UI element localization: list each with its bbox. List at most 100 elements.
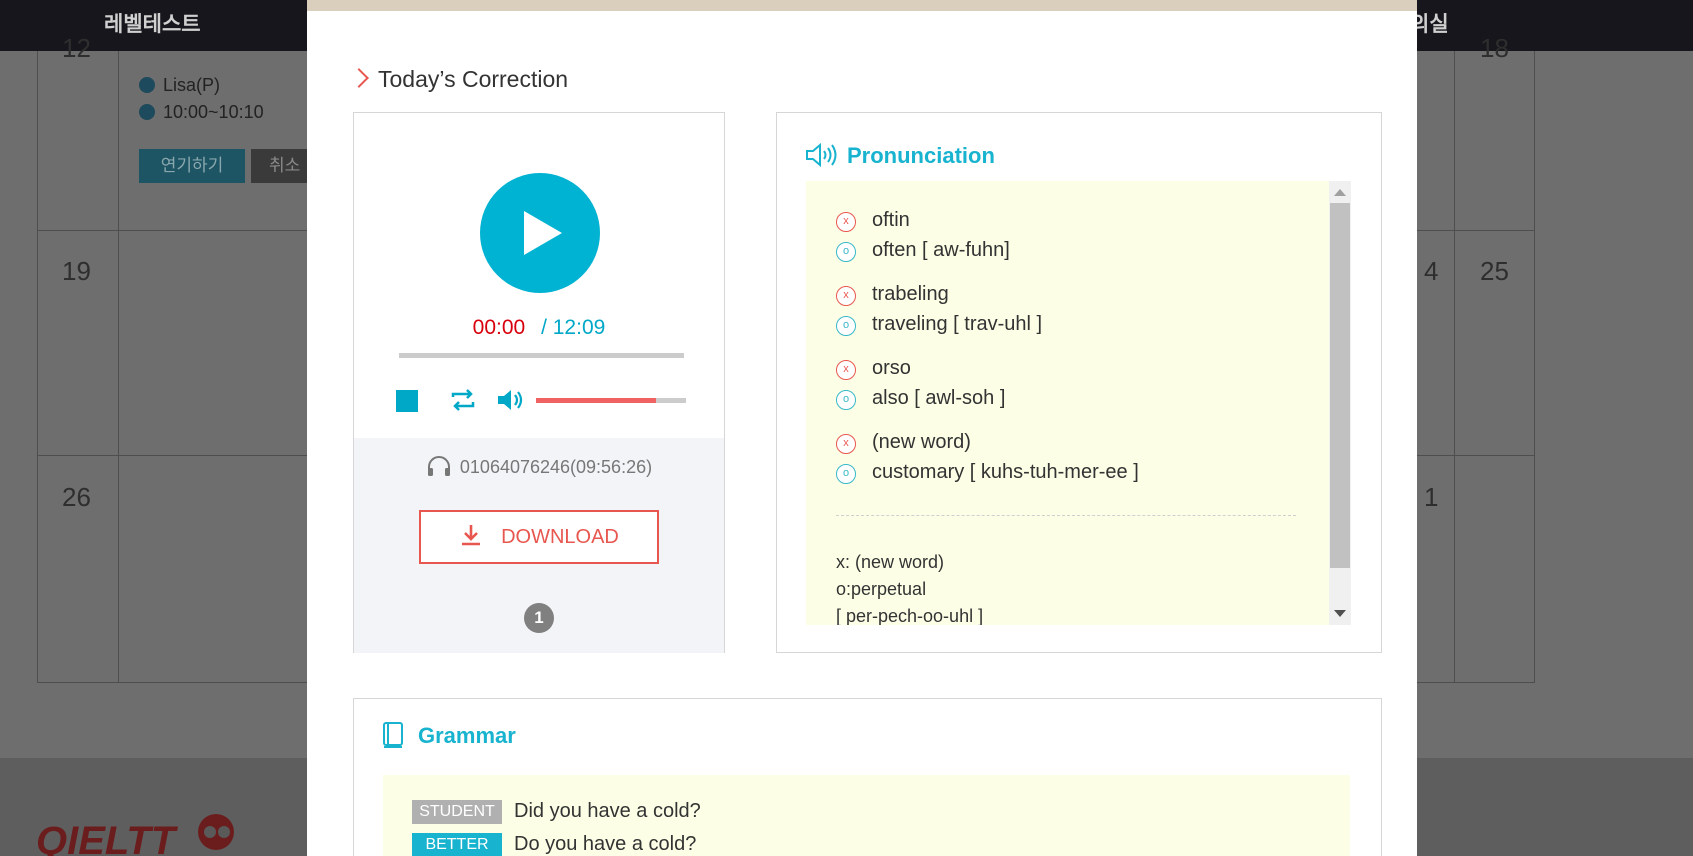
pronunciation-section: Pronunciation x oftin o often [ aw-fuhn] x…	[776, 112, 1382, 653]
correction-modal: Today’s Correction 00:00 / 12:09 0106407…	[307, 0, 1417, 856]
total-time: / 12:09	[541, 316, 606, 339]
lesson-teacher: Lisa(P)	[139, 75, 220, 96]
download-icon	[462, 525, 481, 546]
calendar-col-divider	[118, 51, 119, 682]
speaker-icon	[806, 142, 837, 168]
student-tag: STUDENT	[412, 800, 502, 824]
grammar-row-better: BETTER Do you have a cold?	[412, 833, 696, 856]
progress-bar[interactable]	[399, 353, 684, 358]
grammar-title: Grammar	[418, 723, 516, 748]
pronunciation-title: Pronunciation	[847, 143, 995, 168]
correct-pronunciation: o customary [ kuhs-tuh-mer-ee ]	[836, 457, 1296, 487]
pronunciation-item: x (new word) o customary [ kuhs-tuh-mer-ee…	[836, 427, 1296, 487]
pronunciation-scrollbar[interactable]	[1329, 181, 1351, 625]
modal-top-strip	[307, 0, 1417, 11]
grammar-section: Grammar STUDENT Did you have a cold? BETT…	[353, 698, 1382, 856]
scroll-up-arrow-icon[interactable]	[1334, 189, 1346, 196]
player-lower-panel: 01064076246(09:56:26) DOWNLOAD 1	[354, 438, 724, 653]
better-sentence: Do you have a cold?	[514, 833, 697, 855]
note-line: x: (new word)	[836, 552, 945, 572]
wrong-word: oftin	[872, 209, 910, 231]
volume-icon[interactable]	[496, 387, 526, 413]
logo-mark-icon: QIELTT	[36, 814, 234, 856]
scroll-thumb[interactable]	[1330, 203, 1350, 568]
section-title: Today’s Correction	[349, 66, 569, 93]
player-controls	[354, 383, 724, 415]
clock-icon	[139, 104, 155, 120]
calendar-day: 26	[62, 482, 91, 512]
wrong-word: orso	[872, 357, 911, 379]
wrong-pronunciation: x trabeling	[836, 279, 1296, 309]
play-icon	[524, 211, 562, 255]
wrong-word: (new word)	[872, 431, 971, 453]
call-record-info: 01064076246(09:56:26)	[354, 455, 724, 478]
person-icon	[139, 77, 155, 93]
pronunciation-item: x orso o also [ awl-soh ]	[836, 353, 1296, 413]
wrong-pronunciation: x oftin	[836, 205, 1296, 235]
calendar-day: 18	[1480, 33, 1509, 63]
calendar-day: 4	[1424, 256, 1439, 286]
download-label: DOWNLOAD	[501, 526, 619, 548]
chevron-right-icon	[349, 68, 369, 88]
pronunciation-list-panel: x oftin o often [ aw-fuhn] x trabeling o tra…	[806, 181, 1329, 625]
calendar-col-divider	[1454, 51, 1455, 682]
download-button[interactable]: DOWNLOAD	[419, 510, 659, 564]
calendar-day: 19	[62, 256, 91, 286]
calendar-day: 12	[62, 33, 91, 63]
pronunciation-item: x trabeling o traveling [ trav-uhl ]	[836, 279, 1296, 339]
stop-button[interactable]	[396, 390, 418, 412]
correct-mark-icon: o	[836, 464, 856, 484]
book-icon	[383, 722, 403, 748]
correct-pronunciation: o also [ awl-soh ]	[836, 383, 1296, 413]
wrong-mark-icon: x	[836, 360, 856, 380]
better-tag: BETTER	[412, 833, 502, 856]
grammar-heading: Grammar	[382, 721, 516, 749]
call-record-number: 01064076246(09:56:26)	[459, 457, 653, 477]
correct-mark-icon: o	[836, 242, 856, 262]
correct-word: customary [ kuhs-tuh-mer-ee ]	[872, 461, 1139, 483]
pronunciation-list: x oftin o often [ aw-fuhn] x trabeling o tra…	[836, 205, 1296, 501]
correct-pronunciation: o traveling [ trav-uhl ]	[836, 309, 1296, 339]
current-time: 00:00	[472, 316, 526, 339]
section-title-text: Today’s Correction	[378, 66, 569, 92]
note-line: [ per-pech-oo-uhl ]	[836, 606, 984, 625]
wrong-word: trabeling	[872, 283, 949, 305]
nav-level-test[interactable]: 레벨테스트	[104, 8, 201, 38]
correct-word: traveling [ trav-uhl ]	[872, 313, 1043, 335]
pronunciation-notes: x: (new word) o:perpetual [ per-pech-oo-…	[836, 549, 983, 625]
svg-text:QIELTT: QIELTT	[36, 819, 179, 856]
volume-slider[interactable]	[536, 398, 686, 403]
correct-mark-icon: o	[836, 390, 856, 410]
pronunciation-divider	[836, 515, 1296, 516]
correct-word: also [ awl-soh ]	[872, 387, 1006, 409]
wrong-mark-icon: x	[836, 212, 856, 232]
grammar-panel: STUDENT Did you have a cold? BETTER Do you…	[383, 775, 1350, 856]
correct-word: often [ aw-fuhn]	[872, 239, 1010, 261]
student-sentence: Did you have a cold?	[514, 800, 701, 822]
lesson-time-value: 10:00~10:10	[163, 102, 264, 122]
headphone-icon	[427, 456, 450, 476]
postpone-button[interactable]: 연기하기	[139, 149, 245, 183]
pronunciation-item: x oftin o often [ aw-fuhn]	[836, 205, 1296, 265]
page-badge[interactable]: 1	[524, 603, 554, 633]
wrong-mark-icon: x	[836, 286, 856, 306]
volume-level	[536, 398, 656, 403]
wrong-mark-icon: x	[836, 434, 856, 454]
wrong-pronunciation: x orso	[836, 353, 1296, 383]
site-logo: QIELTT	[36, 810, 256, 856]
repeat-icon[interactable]	[449, 388, 477, 412]
correct-pronunciation: o often [ aw-fuhn]	[836, 235, 1296, 265]
lesson-teacher-name: Lisa(P)	[163, 75, 221, 95]
calendar-day: 1	[1424, 482, 1439, 512]
audio-player: 00:00 / 12:09 01064076246(09:56:26) DOWN…	[353, 112, 725, 653]
wrong-pronunciation: x (new word)	[836, 427, 1296, 457]
play-button[interactable]	[480, 173, 600, 293]
grammar-row-student: STUDENT Did you have a cold?	[412, 800, 701, 826]
note-line: o:perpetual	[836, 579, 927, 599]
cancel-lesson-button[interactable]: 취소	[251, 149, 307, 183]
lesson-time: 10:00~10:10	[139, 102, 264, 123]
correct-mark-icon: o	[836, 316, 856, 336]
time-display: 00:00 / 12:09	[354, 316, 724, 340]
scroll-down-arrow-icon[interactable]	[1334, 610, 1346, 617]
pronunciation-heading: Pronunciation	[805, 142, 995, 169]
